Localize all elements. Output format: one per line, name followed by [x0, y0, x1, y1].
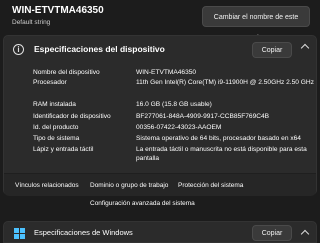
system-protection-link[interactable]: Protección del sistema	[178, 182, 243, 189]
spec-value: 11th Gen Intel(R) Core(TM) i9-11900H @ 2…	[136, 79, 314, 86]
spec-label: Nombre del dispositivo	[33, 69, 100, 76]
copy-device-specs-button[interactable]: Copiar	[252, 42, 292, 58]
spec-value: 16.0 GB (15.8 GB usable)	[136, 101, 212, 108]
spec-label: Tipo de sistema	[33, 135, 80, 142]
rename-pc-button[interactable]: Cambiar el nombre de este equipo	[202, 6, 310, 42]
spec-label: RAM instalada	[33, 101, 76, 108]
chevron-up-icon[interactable]	[300, 43, 310, 53]
spec-label: Procesador	[33, 79, 67, 86]
spec-row: RAM instalada 16.0 GB (15.8 GB usable)	[33, 101, 313, 113]
spec-row: Nombre del dispositivo WIN-ETVTMA46350	[33, 69, 313, 79]
spec-value: La entrada táctil o manuscrita no está d…	[136, 146, 307, 162]
windows-specifications-title: Especificaciones de Windows	[34, 228, 133, 237]
spec-row: Procesador 11th Gen Intel(R) Core(TM) i9…	[33, 79, 314, 101]
spec-row: Tipo de sistema Sistema operativo de 64 …	[33, 135, 313, 146]
device-specifications-header[interactable]: i Especificaciones del dispositivo Copia…	[4, 36, 316, 64]
windows-logo-icon	[14, 228, 25, 239]
spec-value: WIN-ETVTMA46350	[136, 69, 197, 76]
spec-row: Identificador de dispositivo BF277061-84…	[33, 113, 313, 124]
copy-windows-specs-button[interactable]: Copiar	[252, 225, 292, 241]
domain-workgroup-link[interactable]: Dominio o grupo de trabajo	[90, 182, 168, 189]
device-specifications-card: i Especificaciones del dispositivo Copia…	[3, 35, 317, 196]
device-specifications-title: Especificaciones del dispositivo	[34, 44, 165, 54]
spec-label: Id. del producto	[33, 124, 79, 131]
system-header: WIN-ETVTMA46350 Default string Cambiar e…	[0, 0, 320, 42]
spec-label: Identificador de dispositivo	[33, 113, 111, 120]
related-links-row: Vínculos relacionados Dominio o grupo de…	[4, 174, 316, 196]
chevron-up-icon[interactable]	[300, 229, 310, 239]
advanced-system-settings-link[interactable]: Configuración avanzada del sistema	[90, 200, 195, 207]
spec-row: Lápiz y entrada táctil La entrada táctil…	[33, 146, 313, 166]
spec-label: Lápiz y entrada táctil	[33, 146, 94, 153]
info-icon: i	[13, 44, 24, 55]
related-links-label: Vínculos relacionados	[15, 182, 79, 189]
device-name-heading: WIN-ETVTMA46350	[12, 5, 104, 16]
spec-value: 00356-07422-43023-AAOEM	[136, 124, 222, 131]
device-model-text: Default string	[12, 19, 51, 26]
spec-row: Id. del producto 00356-07422-43023-AAOEM	[33, 124, 313, 135]
spec-value: BF277061-848A-4909-9917-CCB85F769C4B	[136, 113, 270, 120]
spec-value: Sistema operativo de 64 bits, procesador…	[136, 135, 301, 142]
